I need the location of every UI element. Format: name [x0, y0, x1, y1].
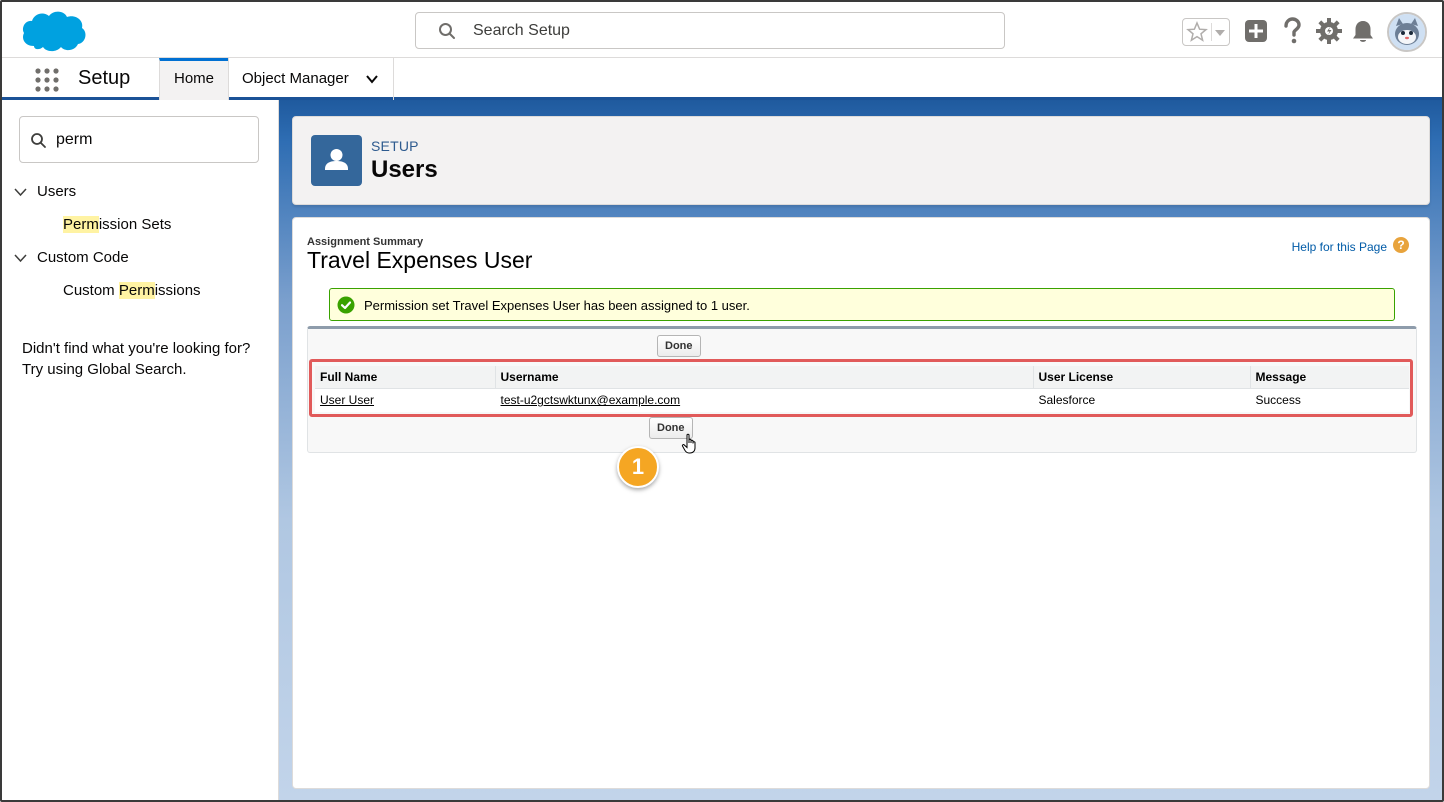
tab-object-manager[interactable]: Object Manager [228, 58, 394, 100]
gear-icon[interactable] [1315, 17, 1343, 45]
cell-username: test-u2gctswktunx@example.com [495, 388, 1033, 412]
app-launcher-icon[interactable] [34, 67, 60, 93]
username-link[interactable]: test-u2gctswktunx@example.com [501, 393, 681, 407]
plus-icon[interactable] [1244, 19, 1268, 43]
quick-find-input[interactable]: perm [19, 116, 259, 163]
chevron-down-icon[interactable] [1214, 27, 1226, 39]
page-header: SETUP Users [292, 116, 1430, 205]
cell-full-name: User User [315, 388, 495, 412]
page-title: Users [371, 156, 438, 183]
table-header-row: Full Name Username User License Message [315, 366, 1409, 389]
hand-cursor-icon [681, 433, 696, 454]
assignment-summary-panel: Assignment Summary Travel Expenses User … [292, 217, 1430, 789]
help-icon[interactable]: ? [1393, 237, 1409, 253]
search-icon [439, 23, 455, 39]
app-window: Search Setup Setup Home Object Manager p… [0, 0, 1444, 802]
search-highlight: Perm [63, 216, 99, 233]
step-callout-badge: 1 [617, 446, 659, 488]
assignment-table: Full Name Username User License Message … [315, 366, 1409, 412]
quick-find-value: perm [56, 131, 93, 148]
cell-user-license: Salesforce [1038, 393, 1096, 408]
chevron-down-icon[interactable] [14, 185, 27, 198]
global-header: Search Setup [2, 2, 1442, 58]
bell-icon[interactable] [1351, 19, 1375, 45]
tab-object-manager-label: Object Manager [242, 70, 349, 87]
setup-sidebar: perm Users Permission Sets Custom Code C… [2, 100, 279, 800]
full-name-link[interactable]: User User [320, 393, 374, 407]
user-icon [311, 135, 362, 186]
results-block: Done Full Name Username User License Mes… [307, 326, 1417, 453]
success-message-text: Permission set Travel Expenses User has … [364, 298, 750, 313]
tab-home[interactable]: Home [159, 58, 228, 100]
sidebar-item-label: issions [154, 282, 201, 299]
astro-avatar-icon [1389, 14, 1425, 50]
sidebar-item-label: Custom [63, 282, 119, 299]
favorites-button-group [1182, 18, 1230, 46]
column-header-user-license: User License [1032, 366, 1250, 389]
sidebar-item-permission-sets[interactable]: Permission Sets [63, 216, 171, 233]
help-icon[interactable] [1279, 17, 1305, 45]
page-eyebrow: SETUP [371, 138, 419, 154]
star-icon[interactable] [1186, 21, 1208, 43]
app-navigation-bar: Setup Home Object Manager [2, 58, 1442, 100]
chevron-down-icon[interactable] [365, 72, 379, 86]
favorites-divider [1211, 23, 1212, 41]
avatar[interactable] [1387, 12, 1427, 52]
help-for-this-page-link[interactable]: Help for this Page [1292, 240, 1387, 254]
salesforce-cloud-logo[interactable] [20, 8, 88, 54]
global-search-input[interactable]: Search Setup [415, 12, 1005, 49]
chevron-down-icon[interactable] [14, 251, 27, 264]
success-message: Permission set Travel Expenses User has … [329, 288, 1395, 321]
sidebar-item-custom-code[interactable]: Custom Code [37, 249, 129, 266]
summary-title: Travel Expenses User [307, 247, 533, 273]
table-row: User User test-u2gctswktunx@example.com … [315, 388, 1409, 412]
sidebar-item-users[interactable]: Users [37, 183, 76, 200]
app-name: Setup [78, 67, 131, 89]
column-header-username: Username [494, 366, 1033, 389]
tab-home-label: Home [173, 70, 214, 87]
column-header-full-name: Full Name [315, 366, 495, 389]
not-found-line1: Didn't find what you're looking for? [22, 340, 251, 357]
sidebar-item-custom-permissions[interactable]: Custom Permissions [63, 282, 201, 299]
cell-message: Success [1255, 393, 1301, 408]
not-found-hint: Didn't find what you're looking for? Try… [22, 338, 250, 380]
column-header-message: Message [1249, 366, 1409, 389]
done-button-top[interactable]: Done [657, 335, 701, 357]
sidebar-item-label: ission Sets [98, 216, 172, 233]
not-found-line2[interactable]: Try using Global Search. [22, 359, 250, 380]
search-highlight: Perm [118, 282, 155, 299]
success-check-icon [337, 296, 355, 314]
search-placeholder: Search Setup [473, 22, 570, 39]
search-icon [31, 133, 46, 148]
header-utility-icons [1182, 12, 1432, 52]
